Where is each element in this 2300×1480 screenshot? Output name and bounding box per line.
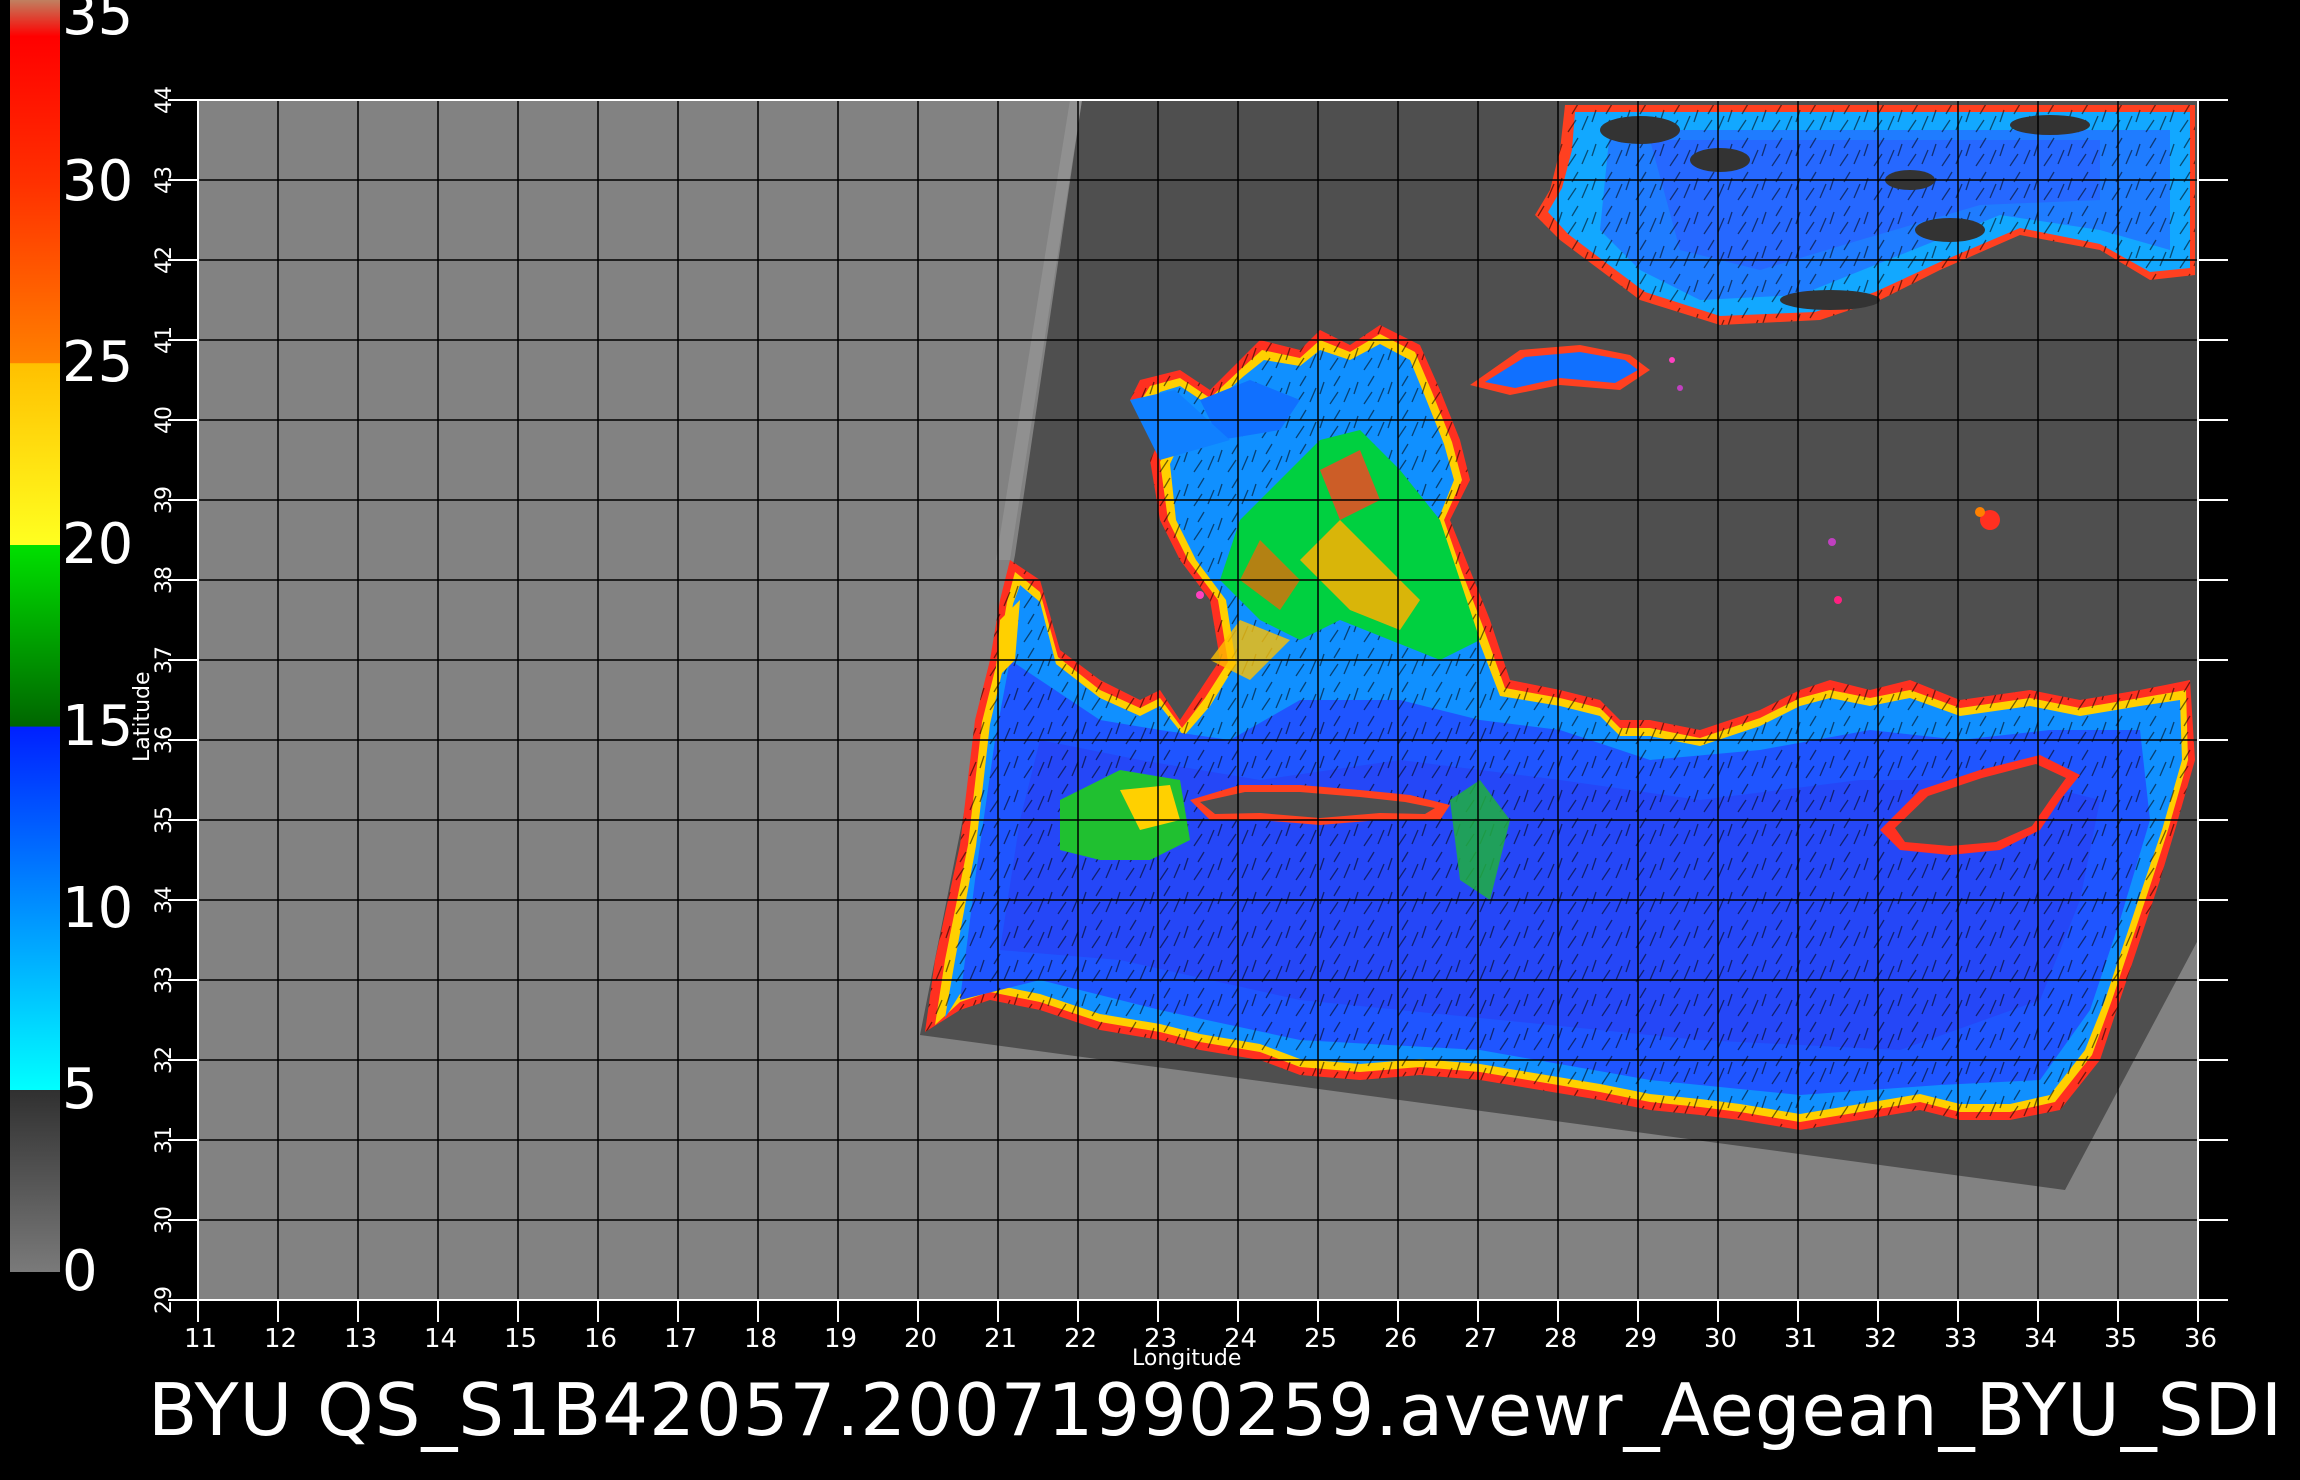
x-tick-label: 16 bbox=[584, 1324, 618, 1354]
y-tick-label: 34 bbox=[152, 886, 177, 914]
x-tick-label: 31 bbox=[1784, 1324, 1818, 1354]
x-tick-label: 19 bbox=[824, 1324, 858, 1354]
colorbar bbox=[10, 0, 60, 1272]
colorbar-label: 0 bbox=[62, 1239, 98, 1304]
x-tick-label: 35 bbox=[2104, 1324, 2138, 1354]
colorbar-label: 15 bbox=[62, 693, 134, 759]
y-tick-label: 30 bbox=[152, 1206, 177, 1234]
y-tick-label: 29 bbox=[152, 1286, 177, 1314]
colorbar-label: 35 bbox=[62, 0, 134, 48]
x-tick-label: 30 bbox=[1704, 1324, 1738, 1354]
y-tick-label: 44 bbox=[152, 86, 177, 114]
y-tick-label: 33 bbox=[152, 966, 177, 994]
x-tick-label: 11 bbox=[184, 1324, 218, 1354]
y-tick-label: 37 bbox=[152, 646, 177, 674]
x-tick-label: 32 bbox=[1864, 1324, 1898, 1354]
y-axis-label: Latitude bbox=[130, 671, 155, 762]
y-tick-label: 32 bbox=[152, 1046, 177, 1074]
y-tick-label: 40 bbox=[152, 406, 177, 434]
x-tick-label: 34 bbox=[2024, 1324, 2058, 1354]
x-tick-label: 36 bbox=[2184, 1324, 2218, 1354]
x-tick-label: 21 bbox=[984, 1324, 1018, 1354]
x-tick-label: 20 bbox=[904, 1324, 938, 1354]
y-tick-label: 42 bbox=[152, 246, 177, 274]
y-tick-label: 36 bbox=[152, 726, 177, 754]
product-title: BYU QS_S1B42057.20071990259.avewr_Aegean… bbox=[148, 1368, 2284, 1452]
x-tick-label: 13 bbox=[344, 1324, 378, 1354]
y-tick-label: 41 bbox=[152, 326, 177, 354]
x-tick-label: 26 bbox=[1384, 1324, 1418, 1354]
x-tick-label: 15 bbox=[504, 1324, 538, 1354]
colorbar-label: 10 bbox=[62, 875, 134, 941]
colorbar-label: 5 bbox=[62, 1057, 98, 1123]
y-tick-label: 31 bbox=[152, 1126, 177, 1154]
x-tick-label: 29 bbox=[1624, 1324, 1658, 1354]
y-tick-label: 35 bbox=[152, 806, 177, 834]
colorbar-label: 25 bbox=[62, 330, 134, 396]
x-tick-label: 18 bbox=[744, 1324, 778, 1354]
x-tick-label: 12 bbox=[264, 1324, 298, 1354]
x-tick-label: 28 bbox=[1544, 1324, 1578, 1354]
x-tick-label: 22 bbox=[1064, 1324, 1098, 1354]
x-tick-label: 27 bbox=[1464, 1324, 1498, 1354]
y-tick-label: 39 bbox=[152, 486, 177, 514]
x-tick-label: 33 bbox=[1944, 1324, 1978, 1354]
colorbar-label: 30 bbox=[62, 148, 134, 214]
y-tick-label: 43 bbox=[152, 166, 177, 194]
map-figure bbox=[10, 0, 2228, 1322]
x-tick-label: 25 bbox=[1304, 1324, 1338, 1354]
x-tick-label: 17 bbox=[664, 1324, 698, 1354]
colorbar-label: 20 bbox=[62, 512, 134, 578]
y-tick-label: 38 bbox=[152, 566, 177, 594]
x-tick-label: 14 bbox=[424, 1324, 458, 1354]
